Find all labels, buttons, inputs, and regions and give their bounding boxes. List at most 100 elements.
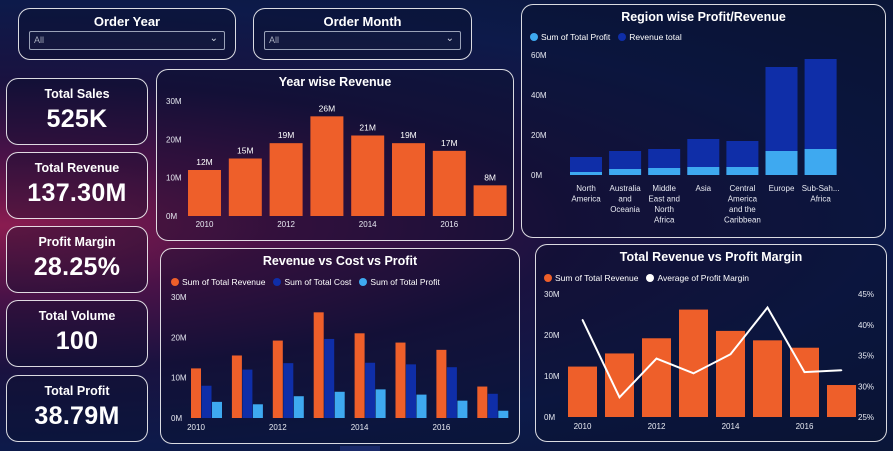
x-tick-label: North bbox=[576, 184, 596, 193]
cost-bar bbox=[487, 393, 498, 418]
x-tick-label: 2012 bbox=[277, 220, 295, 229]
data-label: 21M bbox=[359, 123, 376, 133]
revenue-bar bbox=[827, 385, 856, 417]
revenue-bar bbox=[790, 347, 819, 417]
kpi-total-profit: Total Profit 38.79M bbox=[6, 375, 148, 442]
kpi-total-revenue: Total Revenue 137.30M bbox=[6, 152, 148, 219]
region-chart[interactable]: Region wise Profit/Revenue Sum of Total … bbox=[521, 4, 886, 238]
order-month-value: All bbox=[269, 35, 280, 45]
x-tick-label: Caribbean bbox=[724, 216, 761, 225]
order-year-dropdown[interactable]: All ⌄ bbox=[29, 31, 225, 50]
y-tick-label: 10M bbox=[166, 174, 182, 183]
revenue-bar bbox=[310, 116, 344, 216]
revenue-bar bbox=[188, 170, 221, 216]
profit-bar bbox=[648, 168, 681, 175]
revenue-margin-chart[interactable]: Total Revenue vs Profit Margin Sum of To… bbox=[535, 244, 887, 442]
kpi-value: 137.30M bbox=[27, 179, 127, 207]
profit-margin-point bbox=[803, 371, 806, 373]
profit-margin-point bbox=[618, 396, 621, 399]
profit-bar bbox=[570, 172, 602, 175]
y2-tick-label: 45% bbox=[858, 290, 874, 299]
revenue-cost-profit-chart[interactable]: Revenue vs Cost vs Profit Sum of Total R… bbox=[160, 248, 520, 444]
y-tick-label: 30M bbox=[166, 97, 182, 106]
x-tick-label: Africa bbox=[810, 195, 831, 204]
order-month-dropdown[interactable]: All ⌄ bbox=[264, 31, 461, 50]
kpi-value: 525K bbox=[46, 105, 108, 133]
revenue-bar bbox=[228, 158, 262, 216]
x-tick-label: Central bbox=[730, 184, 756, 193]
kpi-title: Total Volume bbox=[38, 309, 116, 323]
x-tick-label: and bbox=[618, 195, 631, 204]
revenue-bar bbox=[568, 366, 597, 417]
profit-margin-point bbox=[655, 357, 658, 360]
x-tick-label: America bbox=[571, 195, 601, 204]
x-tick-label: 2014 bbox=[351, 423, 369, 432]
profit-bar bbox=[498, 410, 509, 418]
x-tick-label: 2010 bbox=[196, 220, 214, 229]
x-tick-label: East and bbox=[648, 195, 680, 204]
data-label: 19M bbox=[278, 130, 295, 140]
y-tick-label: 20M bbox=[171, 333, 187, 342]
x-tick-label: 2014 bbox=[359, 220, 377, 229]
revenue-bar bbox=[313, 312, 324, 418]
cost-bar bbox=[242, 369, 253, 418]
y-tick-label: 40M bbox=[531, 91, 547, 100]
x-tick-label: 2016 bbox=[433, 423, 451, 432]
profit-bar bbox=[687, 167, 720, 175]
cost-bar bbox=[406, 364, 416, 418]
kpi-value: 100 bbox=[55, 327, 99, 355]
profit-bar bbox=[375, 389, 386, 418]
profit-bar bbox=[457, 400, 468, 418]
y-tick-label: 20M bbox=[531, 131, 547, 140]
y-tick-label: 20M bbox=[544, 331, 560, 340]
revenue-bar bbox=[231, 355, 242, 418]
cost-bar bbox=[446, 367, 457, 418]
y2-tick-label: 25% bbox=[858, 413, 874, 422]
revenue-bar bbox=[351, 135, 385, 216]
order-month-slicer: Order Month All ⌄ bbox=[253, 8, 472, 60]
chevron-down-icon: ⌄ bbox=[209, 33, 218, 44]
y2-tick-label: 30% bbox=[858, 382, 874, 391]
revenue-bar bbox=[605, 353, 634, 417]
x-tick-label: Middle bbox=[652, 184, 676, 193]
rcp-plot: 0M 10M 20M 30M 2010 2012 2014 2016 bbox=[171, 293, 509, 432]
kpi-value: 28.25% bbox=[33, 253, 121, 281]
profit-bar bbox=[726, 167, 759, 175]
x-tick-label: North bbox=[654, 205, 674, 214]
data-label: 19M bbox=[400, 130, 417, 140]
data-label: 12M bbox=[196, 157, 213, 167]
kpi-title: Total Profit bbox=[44, 384, 110, 398]
profit-bar bbox=[416, 394, 427, 418]
kpi-title: Profit Margin bbox=[38, 235, 116, 249]
profit-margin-point bbox=[729, 353, 732, 356]
cost-bar bbox=[283, 363, 294, 418]
y-tick-label: 0M bbox=[544, 413, 555, 422]
revenue-bar bbox=[716, 330, 745, 417]
revenue-bar bbox=[395, 342, 406, 418]
profit-bar bbox=[252, 404, 263, 418]
x-tick-label: 2016 bbox=[440, 220, 458, 229]
cost-bar bbox=[324, 338, 335, 418]
revenue-bar bbox=[392, 143, 425, 216]
year-revenue-chart[interactable]: Year wise Revenue 0M 10M 20M 30M 12M 15M 19M 26… bbox=[156, 69, 514, 241]
x-tick-label: Europe bbox=[769, 184, 795, 193]
order-year-title: Order Year bbox=[93, 14, 161, 29]
y-tick-label: 0M bbox=[531, 171, 542, 180]
x-tick-label: Australia bbox=[610, 184, 642, 193]
data-label: 17M bbox=[441, 138, 458, 148]
y-tick-label: 60M bbox=[531, 51, 547, 60]
x-tick-label: 2016 bbox=[796, 422, 814, 431]
profit-bar bbox=[765, 151, 798, 175]
data-label: 8M bbox=[484, 172, 496, 182]
region-plot: 0M 20M 40M 60M North America Australia andOcean… bbox=[531, 51, 840, 225]
profit-bar bbox=[609, 169, 642, 175]
data-label: 15M bbox=[237, 146, 254, 156]
y-tick-label: 20M bbox=[166, 135, 182, 144]
revenue-bar bbox=[269, 143, 303, 216]
y-tick-label: 10M bbox=[171, 374, 187, 383]
revenue-bar bbox=[679, 309, 708, 417]
order-year-value: All bbox=[34, 35, 45, 45]
revenue-bar bbox=[432, 150, 466, 216]
kpi-profit-margin: Profit Margin 28.25% bbox=[6, 226, 148, 293]
revenue-bar bbox=[642, 338, 671, 417]
